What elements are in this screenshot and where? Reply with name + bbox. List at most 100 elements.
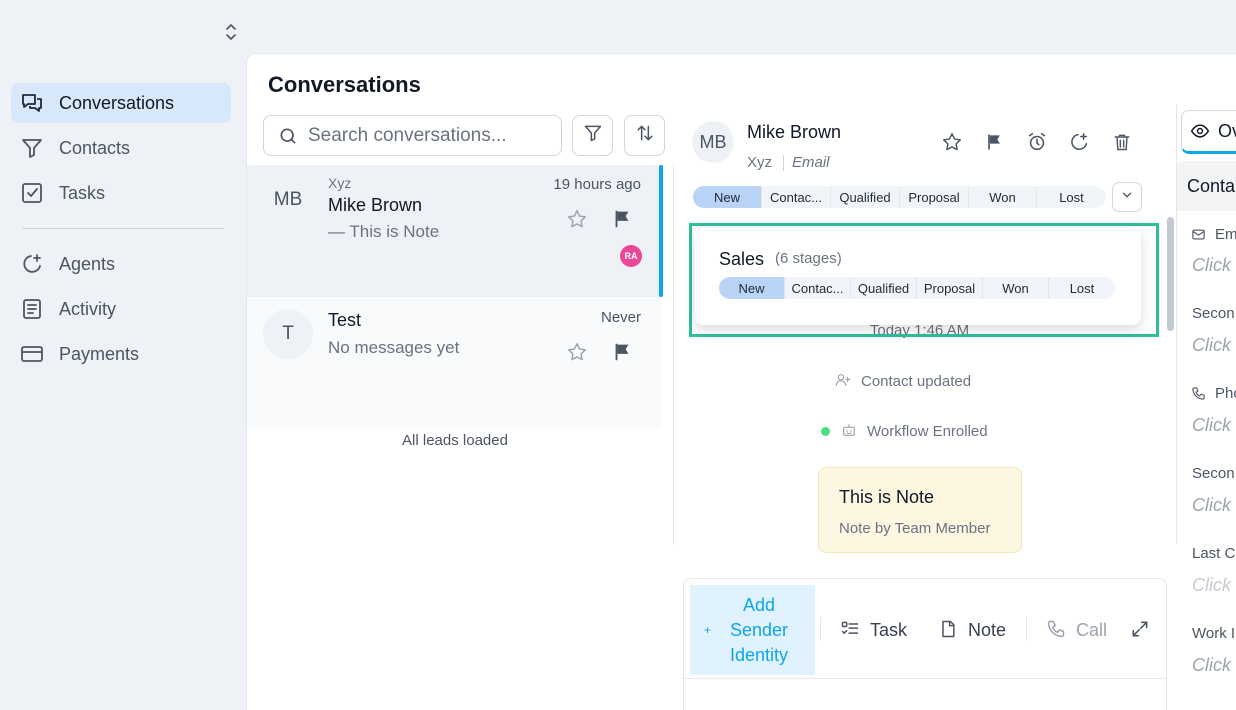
stage-qualified[interactable]: Qualified <box>831 186 900 208</box>
pipeline-stage-bar: New Contac... Qualified Proposal Won Los… <box>693 186 1106 208</box>
search-input[interactable] <box>308 124 548 147</box>
stage-won[interactable]: Won <box>969 186 1037 208</box>
timeline-scrollbar[interactable] <box>1167 217 1174 331</box>
toolbar-divider <box>820 617 821 641</box>
event-label: Workflow Enrolled <box>867 422 988 440</box>
sort-arrows-icon <box>635 123 655 148</box>
credit-card-icon <box>19 341 45 367</box>
stage-new[interactable]: New <box>693 186 762 208</box>
column-divider <box>673 165 674 545</box>
sidebar-item-label: Activity <box>59 298 117 319</box>
field-value-email[interactable]: Click <box>1192 255 1231 276</box>
stage-proposal[interactable]: Proposal <box>900 186 969 208</box>
field-value-secondary-phone[interactable]: Click <box>1192 495 1231 516</box>
field-value-work[interactable]: Click <box>1192 655 1231 676</box>
flag-icon[interactable] <box>611 208 633 230</box>
contact-company: Xyz <box>747 154 773 171</box>
task-list-icon <box>840 619 862 641</box>
sidebar-item-conversations[interactable]: Conversations <box>11 83 231 123</box>
stage-lost[interactable]: Lost <box>1037 186 1106 208</box>
filter-button[interactable] <box>572 115 613 156</box>
checkbox-icon <box>19 180 45 206</box>
expand-icon[interactable] <box>1130 619 1152 641</box>
conversation-item[interactable]: T Test No messages yet Never <box>247 297 661 429</box>
contact-section-header[interactable]: Conta <box>1177 161 1236 211</box>
ai-sparkle-icon[interactable] <box>1067 130 1091 154</box>
add-sender-identity-button[interactable]: + Add Sender Identity <box>690 585 815 675</box>
filter-funnel-icon <box>19 135 45 161</box>
timeline-event: Workflow Enrolled <box>841 422 988 440</box>
stage-proposal[interactable]: Proposal <box>917 277 983 299</box>
toolbar-divider <box>1026 617 1027 641</box>
star-icon[interactable] <box>566 341 588 363</box>
assignee-badge: RA <box>620 245 642 267</box>
note-title: This is Note <box>839 487 935 507</box>
filter-icon <box>583 123 603 148</box>
note-file-icon <box>938 619 960 641</box>
header-separator <box>783 155 784 171</box>
field-label-secondary-phone: Secon <box>1192 465 1235 482</box>
sidebar-item-activity[interactable]: Activity <box>11 289 231 329</box>
stage-new[interactable]: New <box>719 277 785 299</box>
field-label-text: Em <box>1215 226 1236 243</box>
contact-avatar: MB <box>692 121 734 163</box>
note-card[interactable]: This is Note Note by Team Member <box>818 467 1022 553</box>
sidebar-item-label: Agents <box>59 253 116 274</box>
note-tab-label: Note <box>968 619 1007 640</box>
sidebar-divider <box>22 228 224 229</box>
call-tab[interactable]: Call <box>1046 619 1107 641</box>
alarm-clock-icon[interactable] <box>1025 130 1049 154</box>
phone-icon <box>1046 619 1068 641</box>
sidebar-item-payments[interactable]: Payments <box>11 334 231 374</box>
contact-email-link[interactable]: Email <box>792 154 830 171</box>
avatar: T <box>263 309 313 359</box>
activity-list-icon <box>19 296 45 322</box>
sidebar-item-agents[interactable]: Agents <box>11 244 231 284</box>
sidebar-item-contacts[interactable]: Contacts <box>11 128 231 168</box>
conversation-list: MB Xyz Mike Brown — This is Note 19 hour… <box>247 165 663 429</box>
conversation-company: Xyz <box>328 175 352 191</box>
add-sender-identity-label: Add Sender Identity <box>729 594 789 665</box>
star-icon[interactable] <box>566 208 588 230</box>
stage-won[interactable]: Won <box>983 277 1049 299</box>
star-icon[interactable] <box>940 130 964 154</box>
pipeline-name[interactable]: Sales <box>719 249 764 270</box>
composer-toolbar: + Add Sender Identity Task Note Call <box>684 579 1166 679</box>
sidebar-item-tasks[interactable]: Tasks <box>11 173 231 213</box>
page-title: Conversations <box>268 72 421 97</box>
flag-icon[interactable] <box>982 130 1006 154</box>
task-tab[interactable]: Task <box>840 619 907 641</box>
flag-icon[interactable] <box>611 341 633 363</box>
user-plus-icon <box>835 372 853 390</box>
note-tab[interactable]: Note <box>938 619 1006 641</box>
field-value-secondary-email[interactable]: Click <box>1192 335 1231 356</box>
trash-icon[interactable] <box>1110 130 1134 154</box>
pipeline-dropdown-button[interactable] <box>1112 182 1142 212</box>
tab-overview-label: Ov <box>1218 120 1236 141</box>
conversation-name: Mike Brown <box>328 195 423 215</box>
sidebar: Conversations Contacts Tasks Agents Acti… <box>0 0 246 710</box>
stage-lost[interactable]: Lost <box>1049 277 1115 299</box>
workspace-switcher-chevrons-icon[interactable] <box>222 22 240 42</box>
plus-icon: + <box>704 623 712 637</box>
conversation-item[interactable]: MB Xyz Mike Brown — This is Note 19 hour… <box>247 165 663 297</box>
chat-bubbles-icon <box>19 90 45 116</box>
call-tab-label: Call <box>1076 619 1108 640</box>
stage-contacted[interactable]: Contac... <box>762 186 831 208</box>
stage-contacted[interactable]: Contac... <box>785 277 851 299</box>
robot-icon <box>841 422 859 440</box>
field-value-phone[interactable]: Click <box>1192 415 1231 436</box>
conversation-name: Test <box>328 310 362 330</box>
chevron-down-icon <box>1120 188 1134 207</box>
conversation-preview: No messages yet <box>328 338 460 357</box>
sidebar-item-label: Payments <box>59 343 140 364</box>
mail-icon <box>1191 227 1207 243</box>
note-author: Note by Team Member <box>839 520 991 537</box>
sort-button[interactable] <box>624 115 665 156</box>
stage-qualified[interactable]: Qualified <box>851 277 917 299</box>
search-box[interactable] <box>263 115 562 156</box>
conversation-preview: — This is Note <box>328 222 440 241</box>
sidebar-item-label: Contacts <box>59 137 131 158</box>
tab-overview[interactable]: Ov <box>1181 110 1236 154</box>
field-label-work: Work I <box>1192 625 1236 642</box>
